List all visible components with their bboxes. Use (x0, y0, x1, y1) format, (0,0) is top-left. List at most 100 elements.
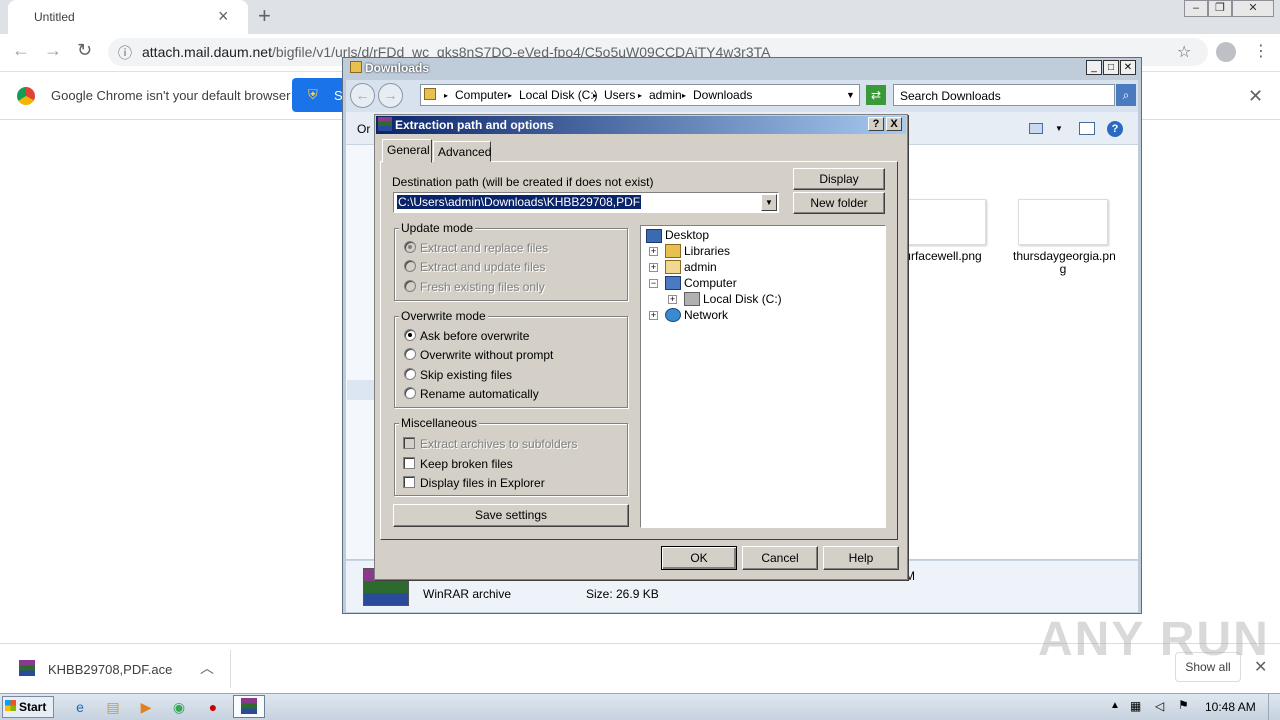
tree-expand-icon[interactable]: + (668, 295, 677, 304)
tree-item-admin[interactable]: admin (684, 260, 717, 274)
file-thumbnail[interactable] (896, 199, 986, 245)
view-dropdown-icon[interactable]: ▼ (1055, 124, 1063, 133)
explorer-forward-icon[interactable]: → (378, 83, 403, 108)
checkbox-keep-broken-files[interactable] (403, 457, 415, 469)
tab-general[interactable]: General (382, 139, 432, 163)
tab-advanced[interactable]: Advanced (433, 141, 491, 162)
breadcrumb-arrow-icon[interactable]: ▸ (593, 91, 597, 100)
dialog-close-button[interactable]: X (886, 117, 902, 131)
explorer-close-icon[interactable]: ✕ (1120, 60, 1136, 75)
breadcrumb-downloads[interactable]: Downloads (693, 88, 752, 102)
breadcrumb-arrow-icon[interactable]: ▸ (444, 91, 448, 100)
download-item-name[interactable]: KHBB29708,PDF.ace (48, 662, 172, 677)
tree-collapse-icon[interactable]: − (649, 279, 658, 288)
back-icon[interactable]: ← (12, 40, 30, 61)
destination-path-label: Destination path (will be created if doe… (392, 175, 654, 189)
media-player-icon[interactable]: ▶ (135, 697, 157, 717)
internet-explorer-icon[interactable]: e (69, 697, 91, 717)
action-center-flag-icon[interactable]: ⚑ (1178, 698, 1189, 712)
checkbox-display-in-explorer[interactable] (403, 476, 415, 488)
cancel-button[interactable]: Cancel (742, 546, 818, 570)
infobar-text: Google Chrome isn't your default browser (51, 88, 291, 103)
radio-skip-existing[interactable] (404, 368, 416, 380)
view-icon[interactable] (1029, 123, 1043, 134)
tree-item-computer[interactable]: Computer (684, 276, 737, 290)
reload-icon[interactable]: ↻ (77, 40, 92, 61)
radio-overwrite-without-prompt[interactable] (404, 348, 416, 360)
tree-item-libraries[interactable]: Libraries (684, 244, 730, 258)
file-label[interactable]: urfacewell.png (893, 250, 993, 263)
breadcrumb-local-disk[interactable]: Local Disk (C:) (519, 88, 598, 102)
radio-extract-replace[interactable] (404, 241, 416, 253)
disk-drive-icon (684, 292, 700, 306)
window-close-icon[interactable]: ✕ (1232, 0, 1274, 17)
clock[interactable]: 10:48 AM (1205, 700, 1256, 714)
tree-item-desktop[interactable]: Desktop (665, 228, 709, 242)
file-label[interactable]: thursdaygeorgia.pn g (1013, 250, 1116, 276)
destination-path-value[interactable]: C:\Users\admin\Downloads\KHBB29708,PDF (397, 195, 642, 209)
new-folder-button[interactable]: New folder (793, 192, 885, 214)
explorer-back-icon[interactable]: ← (350, 83, 375, 108)
organize-button[interactable]: Or (357, 122, 370, 136)
winrar-icon (378, 117, 392, 131)
restore-icon[interactable]: ❐ (1208, 0, 1232, 17)
option-label: Skip existing files (420, 368, 513, 382)
search-icon[interactable]: ⌕ (1116, 84, 1136, 106)
profile-avatar-icon[interactable] (1216, 42, 1236, 62)
computer-icon (665, 276, 681, 290)
miscellaneous-title: Miscellaneous (399, 416, 480, 430)
tree-item-network[interactable]: Network (684, 308, 728, 322)
breadcrumb-arrow-icon[interactable]: ▸ (508, 91, 512, 100)
preview-pane-icon[interactable] (1079, 122, 1095, 135)
minimize-icon[interactable]: – (1184, 0, 1208, 17)
forward-icon[interactable]: → (44, 40, 62, 61)
checkbox-extract-to-subfolders[interactable] (403, 437, 415, 449)
radio-rename-automatically[interactable] (404, 387, 416, 399)
new-tab-icon[interactable]: + (258, 3, 271, 29)
user-folder-icon (665, 260, 681, 274)
radio-selected-dot (408, 245, 412, 249)
refresh-icon[interactable]: ⇄ (866, 85, 886, 105)
breadcrumb-arrow-icon[interactable]: ▸ (638, 91, 642, 100)
menu-icon[interactable]: ⋮ (1253, 41, 1269, 61)
explorer-minimize-icon[interactable]: _ (1086, 60, 1102, 75)
tree-item-local-disk[interactable]: Local Disk (C:) (703, 292, 782, 306)
save-settings-button[interactable]: Save settings (393, 504, 629, 527)
tab-close-icon[interactable]: × (218, 6, 229, 27)
breadcrumb-admin[interactable]: admin (649, 88, 682, 102)
volume-icon[interactable]: ◁ (1155, 699, 1164, 713)
bookmark-star-icon[interactable]: ☆ (1177, 42, 1191, 62)
breadcrumb-arrow-icon[interactable]: ▸ (682, 91, 686, 100)
explorer-maximize-icon[interactable]: □ (1103, 60, 1119, 75)
breadcrumb-users[interactable]: Users (604, 88, 635, 102)
breadcrumb-computer[interactable]: Computer (455, 88, 508, 102)
winrar-file-icon (19, 660, 35, 676)
chrome-taskbar-icon[interactable]: ◉ (168, 697, 190, 717)
file-thumbnail[interactable] (1018, 199, 1108, 245)
address-dropdown-icon[interactable]: ▼ (846, 90, 855, 100)
show-desktop-button[interactable] (1268, 694, 1280, 720)
radio-ask-before-overwrite[interactable] (404, 329, 416, 341)
file-explorer-icon[interactable]: ▤ (102, 697, 124, 717)
network-tray-icon[interactable]: ▦ (1130, 699, 1141, 713)
nav-pane-selection[interactable] (347, 380, 375, 400)
tree-expand-icon[interactable]: + (649, 263, 658, 272)
chrome-logo-icon (17, 87, 35, 105)
opera-icon[interactable]: ● (202, 697, 224, 717)
display-button[interactable]: Display (793, 168, 885, 190)
tree-expand-icon[interactable]: + (649, 247, 658, 256)
option-label: Keep broken files (420, 457, 513, 471)
chevron-down-icon[interactable]: ▼ (761, 194, 777, 211)
taskbar (0, 693, 1280, 720)
radio-extract-update[interactable] (404, 260, 416, 272)
help-button[interactable]: Help (823, 546, 899, 570)
chevron-up-icon[interactable]: ︿ (200, 658, 214, 678)
tree-expand-icon[interactable]: + (649, 311, 658, 320)
dialog-help-button[interactable]: ? (868, 117, 884, 131)
ok-button[interactable]: OK (661, 546, 737, 570)
help-icon[interactable]: ? (1107, 121, 1123, 137)
infobar-close-icon[interactable]: ✕ (1248, 86, 1263, 107)
radio-fresh-existing[interactable] (404, 280, 416, 292)
info-icon[interactable]: ⓘ (118, 43, 132, 63)
tray-expand-icon[interactable]: ▲ (1110, 700, 1120, 711)
